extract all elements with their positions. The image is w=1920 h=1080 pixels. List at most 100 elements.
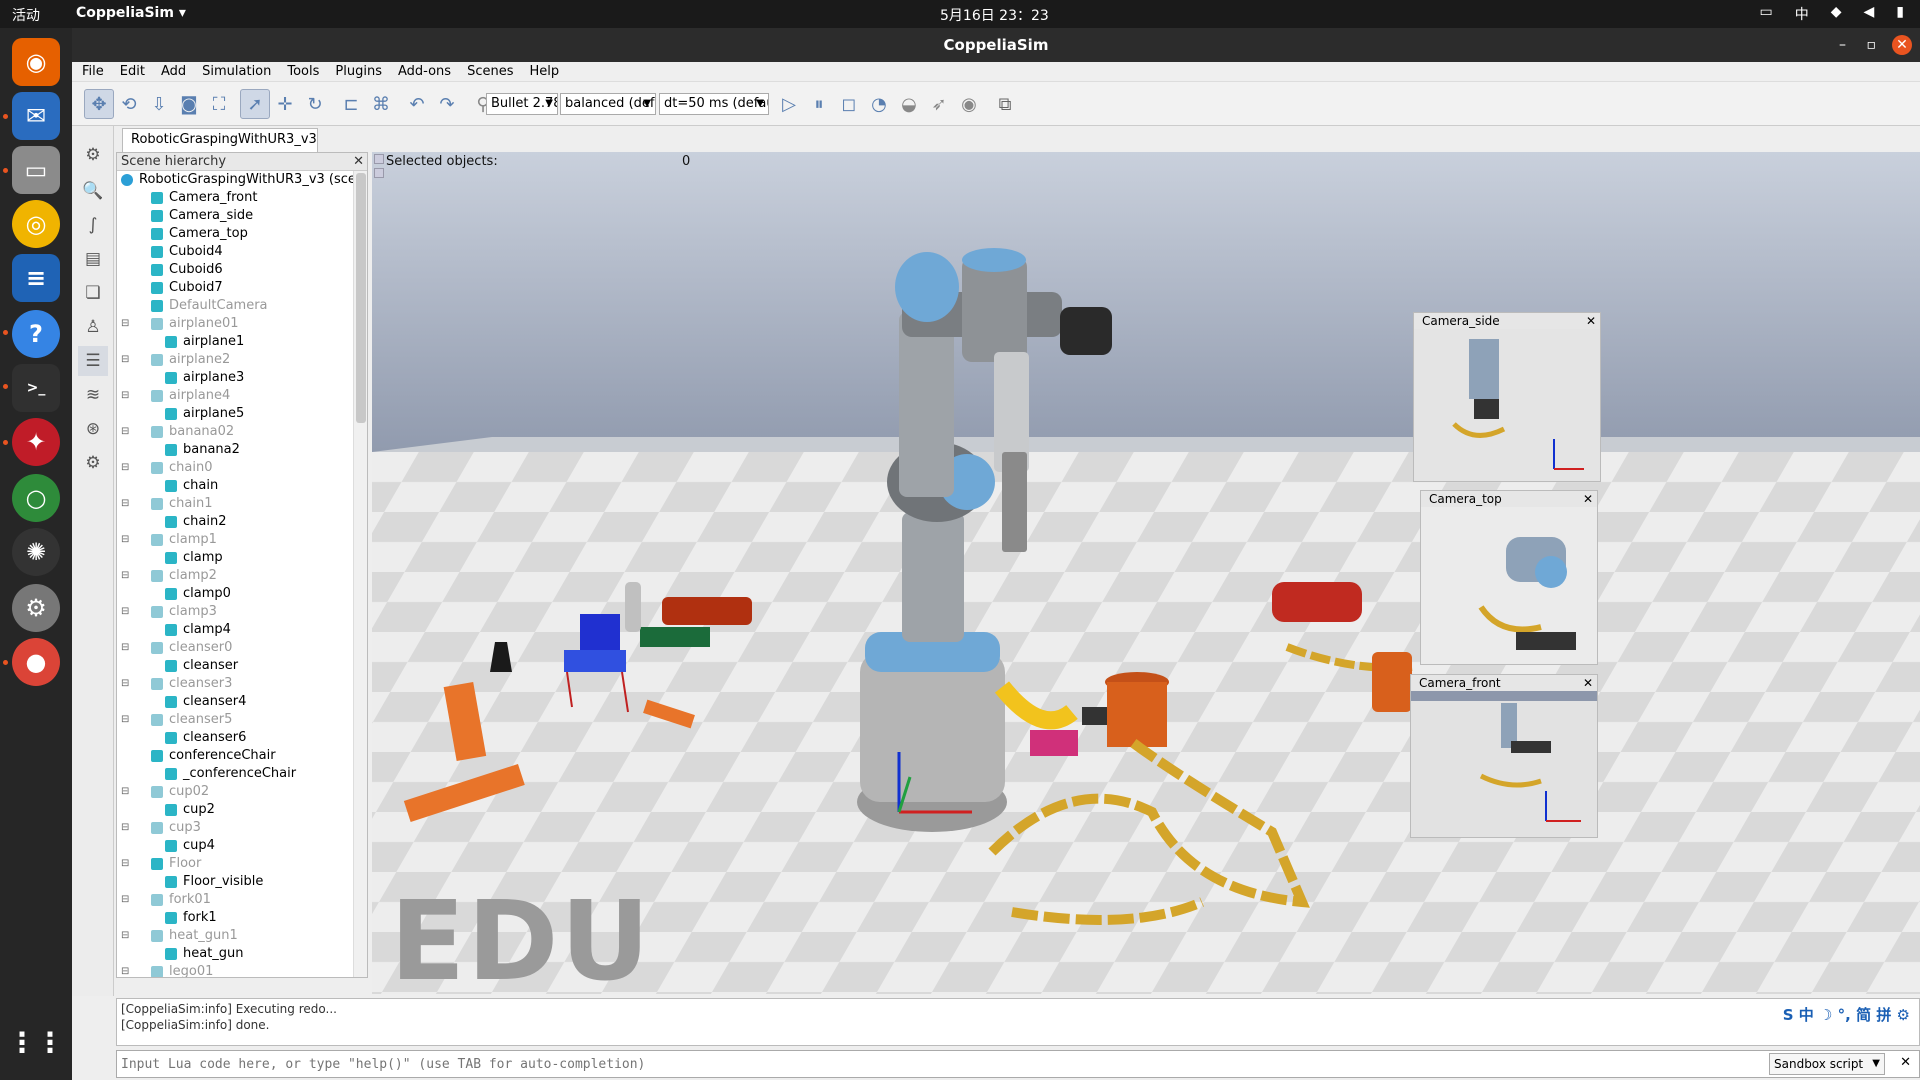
user-settings-icon[interactable]: ⚙: [78, 448, 108, 478]
lua-command-input[interactable]: [117, 1051, 1767, 1077]
collapse-toggle-icon[interactable]: ⊟: [121, 891, 129, 909]
menu-add[interactable]: Add: [161, 62, 186, 81]
object-rotate-icon[interactable]: ↻: [300, 89, 330, 119]
tree-item[interactable]: cup2: [117, 801, 353, 819]
settings-icon[interactable]: ⚙: [12, 584, 60, 632]
keyboard-icon[interactable]: ▭: [1759, 4, 1772, 24]
terminal-icon[interactable]: >_: [12, 364, 60, 412]
tree-item[interactable]: ⊟ cleanser0: [117, 639, 353, 657]
model-browser-icon[interactable]: ♙: [78, 312, 108, 342]
tree-item[interactable]: ⊟ Floor: [117, 855, 353, 873]
tree-item[interactable]: ⊟ chain0: [117, 459, 353, 477]
collapse-toggle-icon[interactable]: ⊟: [121, 603, 129, 621]
tree-item[interactable]: heat_gun: [117, 945, 353, 963]
close-icon[interactable]: ✕: [1586, 313, 1596, 329]
camera-side-view[interactable]: Camera_side ✕: [1413, 312, 1601, 482]
chrome-icon[interactable]: ●: [12, 638, 60, 686]
menu-scenes[interactable]: Scenes: [467, 62, 513, 81]
minimize-icon[interactable]: –: [1839, 28, 1846, 62]
fit-to-view-icon[interactable]: ⛶: [204, 89, 234, 119]
scrollbar-thumb[interactable]: [356, 173, 366, 423]
tree-item[interactable]: ⊟ chain1: [117, 495, 353, 513]
stop-icon[interactable]: ◻: [834, 89, 864, 119]
tree-item[interactable]: DefaultCamera: [117, 297, 353, 315]
rhythmbox-icon[interactable]: ◎: [12, 200, 60, 248]
tree-item[interactable]: fork1: [117, 909, 353, 927]
tree-item[interactable]: ⊟ heat_gun1: [117, 927, 353, 945]
collapse-toggle-icon[interactable]: ⊟: [121, 963, 129, 977]
menu-help[interactable]: Help: [529, 62, 559, 81]
shape-edit-icon[interactable]: ▤: [78, 244, 108, 274]
tree-item[interactable]: Cuboid4: [117, 243, 353, 261]
tree-item[interactable]: ⊟ banana02: [117, 423, 353, 441]
tree-item[interactable]: ⊟ lego01: [117, 963, 353, 977]
tree-item[interactable]: cleanser6: [117, 729, 353, 747]
simulation-settings-icon[interactable]: ⚙: [78, 140, 108, 170]
physics-engine-select[interactable]: Bullet 2.78 ▼: [486, 93, 558, 115]
tree-item[interactable]: _conferenceChair: [117, 765, 353, 783]
maximize-icon[interactable]: ▫: [1867, 28, 1877, 62]
scene-hierarchy-icon[interactable]: ☰: [78, 346, 108, 376]
engine-mode-select[interactable]: balanced (defau▼: [560, 93, 656, 115]
tree-item[interactable]: airplane3: [117, 369, 353, 387]
pause-icon[interactable]: ⏸: [804, 89, 834, 119]
tree-item[interactable]: ⊟ cleanser3: [117, 675, 353, 693]
tree-item[interactable]: ⊟ clamp3: [117, 603, 353, 621]
collapse-toggle-icon[interactable]: ⊟: [121, 783, 129, 801]
tree-item[interactable]: ⊟ airplane4: [117, 387, 353, 405]
tree-item[interactable]: ⊟ airplane01: [117, 315, 353, 333]
clock[interactable]: 5月16日 23：23: [940, 5, 1049, 25]
tree-item[interactable]: ⊟ cleanser5: [117, 711, 353, 729]
tree-item[interactable]: ⊟ clamp1: [117, 531, 353, 549]
coppeliasim-icon[interactable]: ✦: [12, 418, 60, 466]
tree-item[interactable]: ⊟ clamp2: [117, 567, 353, 585]
web-app-icon[interactable]: ✺: [12, 528, 60, 576]
collapse-toggle-icon[interactable]: ⊟: [121, 459, 129, 477]
video-recorder-icon[interactable]: ⊛: [78, 414, 108, 444]
close-icon[interactable]: ✕: [1900, 1055, 1911, 1070]
scene-viewport[interactable]: Selected objects: 0 EDU Camera_side ✕ Ca…: [372, 152, 1920, 994]
status-console[interactable]: [CoppeliaSim:info] Executing redo... [Co…: [116, 998, 1920, 1046]
tree-item[interactable]: ⊟ fork01: [117, 891, 353, 909]
tree-item[interactable]: cleanser: [117, 657, 353, 675]
assemble-icon[interactable]: ⊏: [336, 89, 366, 119]
tree-item[interactable]: cup4: [117, 837, 353, 855]
collapse-toggle-icon[interactable]: ⊟: [121, 567, 129, 585]
files-icon[interactable]: ▭: [12, 146, 60, 194]
transfer-dna-icon[interactable]: ⌘: [366, 89, 396, 119]
menu-addons[interactable]: Add-ons: [398, 62, 451, 81]
camera-pan-icon[interactable]: ✥: [84, 89, 114, 119]
ime-indicator[interactable]: 中: [1795, 4, 1809, 24]
visualization-icon[interactable]: ◉: [954, 89, 984, 119]
menu-plugins[interactable]: Plugins: [335, 62, 382, 81]
collapse-toggle-icon[interactable]: ⊟: [121, 711, 129, 729]
speed-up-icon[interactable]: ➶: [924, 89, 954, 119]
menu-file[interactable]: File: [82, 62, 104, 81]
activities-button[interactable]: 活动: [12, 5, 40, 25]
slow-down-icon[interactable]: ◒: [894, 89, 924, 119]
tree-item[interactable]: cleanser4: [117, 693, 353, 711]
tree-item[interactable]: Floor_visible: [117, 873, 353, 891]
collapse-toggle-icon[interactable]: ⊟: [121, 495, 129, 513]
app-grid-icon[interactable]: ⋮⋮: [8, 1018, 64, 1066]
tree-item[interactable]: Camera_side: [117, 207, 353, 225]
scripts-icon[interactable]: ∫: [78, 210, 108, 240]
tree-item[interactable]: ⊟ airplane2: [117, 351, 353, 369]
hierarchy-scrollbar[interactable]: [353, 171, 367, 977]
layers-icon[interactable]: ≋: [78, 380, 108, 410]
undo-icon[interactable]: ↶: [402, 89, 432, 119]
collapse-toggle-icon[interactable]: ⊟: [121, 927, 129, 945]
collapse-toggle-icon[interactable]: ⊟: [121, 351, 129, 369]
system-tray[interactable]: ▭ 中 ◆ ◀ ▮: [1759, 4, 1904, 24]
realtime-icon[interactable]: ◔: [864, 89, 894, 119]
tree-root[interactable]: RoboticGraspingWithUR3_v3 (scen: [117, 171, 353, 189]
collapse-toggle-icon[interactable]: ⊟: [121, 423, 129, 441]
close-icon[interactable]: ✕: [1583, 675, 1593, 691]
tree-item[interactable]: conferenceChair: [117, 747, 353, 765]
timestep-select[interactable]: dt=50 ms (default)▼: [659, 93, 769, 115]
close-icon[interactable]: ✕: [1583, 491, 1593, 507]
tree-item[interactable]: clamp4: [117, 621, 353, 639]
tree-item[interactable]: airplane1: [117, 333, 353, 351]
object-shift-icon[interactable]: ✛: [270, 89, 300, 119]
tree-item[interactable]: ⊟ cup02: [117, 783, 353, 801]
